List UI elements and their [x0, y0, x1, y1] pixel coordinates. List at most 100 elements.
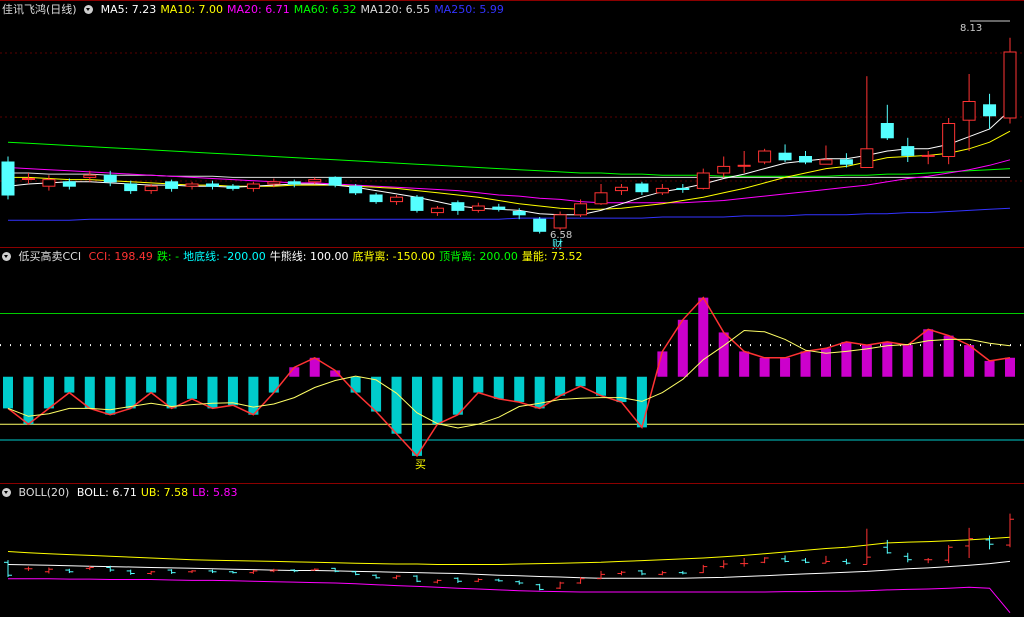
- dropdown-icon[interactable]: [2, 488, 11, 497]
- cci-bar: [780, 357, 791, 377]
- cci-bar: [166, 376, 177, 409]
- candle-body: [42, 179, 56, 187]
- cci-bar: [411, 376, 422, 456]
- cci-bar: [841, 341, 852, 377]
- candle-body: [308, 179, 322, 183]
- ma-legend-item-4: MA120: 6.55: [360, 3, 431, 16]
- dropdown-icon[interactable]: [2, 252, 11, 261]
- boll_ub-line: [7, 536, 1011, 565]
- cci-bar: [493, 376, 504, 399]
- ma-legend-item-2: MA20: 6.71: [227, 3, 290, 16]
- cci-bar: [43, 376, 54, 409]
- candle-body: [226, 185, 240, 189]
- candle-body: [246, 183, 260, 189]
- cci-title: 低买高卖CCI: [18, 250, 82, 263]
- candle-body: [799, 156, 813, 163]
- candle-body: [778, 152, 792, 161]
- boll-header: BOLL(20) BOLL: 6.71 UB: 7.58 LB: 5.83: [2, 486, 246, 499]
- candle-body: [512, 211, 526, 216]
- candle-body: [451, 202, 465, 211]
- buy-marker: 买: [415, 458, 426, 471]
- candle-body: [594, 192, 608, 205]
- boll_lb-line: [8, 578, 1011, 614]
- ma20-line: [7, 159, 1011, 204]
- candle-body: [349, 185, 363, 194]
- boll-title: BOLL(20): [18, 486, 70, 499]
- boll-chart[interactable]: [0, 484, 1024, 617]
- cci-bar: [23, 376, 34, 425]
- cci-legend-item-0: CCI: 198.49: [88, 250, 153, 263]
- cci-bar: [432, 376, 443, 425]
- boll-legend: BOLL: 6.71 UB: 7.58 LB: 5.83: [77, 486, 242, 499]
- cci-bar: [718, 332, 729, 377]
- candle-body: [717, 165, 731, 174]
- cci-panel[interactable]: 低买高卖CCI CCI: 198.49 跌: - 地底线: -200.00 牛熊线: …: [0, 247, 1024, 484]
- candle-body: [430, 207, 444, 214]
- cci-bar: [677, 319, 688, 377]
- candle-body: [205, 183, 219, 187]
- candle-body: [165, 181, 179, 189]
- cci-bar: [984, 360, 995, 377]
- cci-bar: [1005, 357, 1015, 377]
- candle-body: [144, 185, 158, 192]
- candle-body: [574, 203, 588, 216]
- candle-body: [860, 148, 874, 169]
- cci-bar: [125, 376, 136, 409]
- boll-panel[interactable]: BOLL(20) BOLL: 6.71 UB: 7.58 LB: 5.83: [0, 483, 1024, 617]
- price-chart[interactable]: [0, 1, 1024, 248]
- price-panel[interactable]: 佳讯飞鸿(日线) MA5: 7.23 MA10: 7.00 MA20: 6.71 MA…: [0, 0, 1024, 251]
- cci-bar: [514, 376, 525, 403]
- cci-bar: [739, 351, 750, 377]
- candle-body: [962, 101, 976, 121]
- candle-body: [83, 174, 97, 178]
- candle-body: [328, 176, 342, 186]
- cci-bar: [3, 376, 13, 409]
- candle-body: [1003, 51, 1017, 119]
- cci-bar: [64, 376, 75, 393]
- cci-bar: [350, 376, 361, 393]
- candle-body: [737, 164, 751, 167]
- cci-bar: [146, 376, 157, 393]
- cci-bar: [187, 376, 198, 399]
- cci-legend-item-4: 底背离: -150.00: [352, 250, 436, 263]
- candle-body: [103, 174, 117, 183]
- cci-chart[interactable]: [0, 248, 1024, 484]
- cci-line: [7, 296, 1011, 458]
- cci-legend: CCI: 198.49 跌: - 地底线: -200.00 牛熊线: 100.00 底背…: [89, 250, 587, 263]
- cci-bar: [759, 357, 770, 377]
- dropdown-icon[interactable]: [84, 5, 94, 14]
- ma10-line: [8, 130, 1011, 210]
- candle-body: [369, 194, 383, 203]
- ma-legend-item-0: MA5: 7.23: [100, 3, 157, 16]
- candle-body: [839, 159, 853, 165]
- candle-body: [655, 187, 669, 194]
- candle-body: [942, 123, 956, 157]
- candle-body: [819, 159, 833, 165]
- candle-body: [124, 183, 138, 192]
- cci-bar: [555, 376, 566, 396]
- cci-legend-item-5: 顶背离: 200.00: [439, 250, 518, 263]
- ma5-line: [7, 109, 1011, 216]
- candle-body: [676, 187, 690, 190]
- cci-bar: [943, 335, 954, 377]
- candle-body: [635, 183, 649, 193]
- chart-window: { "main": { "title": "佳讯飞鸿(日线)", "ma": […: [0, 0, 1024, 617]
- candle-body: [1, 161, 15, 196]
- boll-legend-item-2: LB: 5.83: [192, 486, 238, 499]
- candle-body: [390, 196, 404, 203]
- candle-body: [696, 172, 710, 189]
- candle-body: [614, 186, 628, 192]
- cci-legend-item-2: 地底线: -200.00: [183, 250, 266, 263]
- cci-legend-item-1: 跌: -: [156, 250, 180, 263]
- cci-header: 低买高卖CCI CCI: 198.49 跌: - 地底线: -200.00 牛熊线: …: [2, 250, 591, 263]
- cci-bar: [861, 345, 872, 377]
- ma-legend-item-5: MA250: 5.99: [434, 3, 504, 16]
- candle-body: [553, 214, 567, 229]
- candle-body: [267, 181, 281, 185]
- candle-body: [410, 196, 424, 211]
- candle-body: [287, 181, 301, 185]
- cci-bar: [636, 376, 647, 428]
- cci-legend-item-6: 量能: 73.52: [521, 250, 583, 263]
- ma-legend-item-3: MA60: 6.32: [293, 3, 357, 16]
- candle-body: [901, 146, 915, 156]
